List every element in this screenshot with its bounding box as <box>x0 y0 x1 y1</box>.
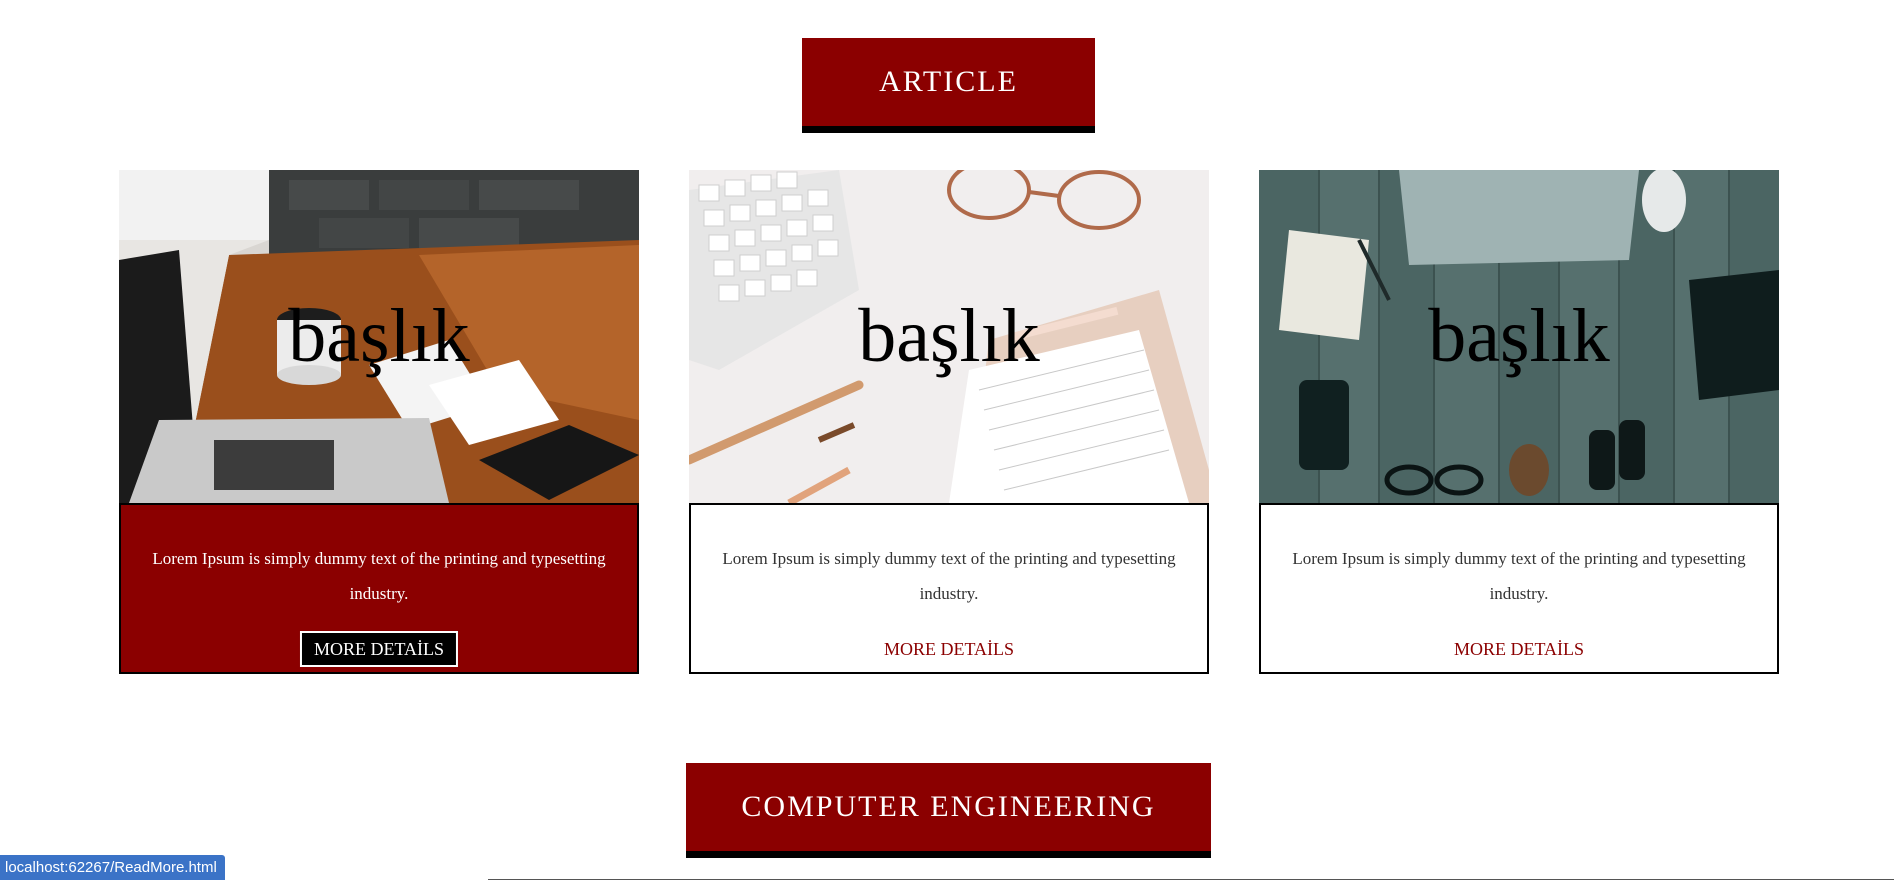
status-divider <box>488 879 1894 880</box>
article-card: başlık Lorem Ipsum is simply dummy text … <box>1259 170 1779 674</box>
computer-engineering-section-title: COMPUTER ENGINEERING <box>741 790 1156 823</box>
card-description: Lorem Ipsum is simply dummy text of the … <box>722 549 1176 603</box>
card-body: Lorem Ipsum is simply dummy text of the … <box>1259 503 1779 674</box>
card-image-laptop-desk: başlık <box>119 170 639 503</box>
card-title: başlık <box>1428 294 1610 378</box>
article-section-header: ARTICLE <box>802 38 1095 133</box>
computer-engineering-section-header: COMPUTER ENGINEERING <box>686 763 1211 858</box>
card-body: Lorem Ipsum is simply dummy text of the … <box>119 503 639 674</box>
article-section-title: ARTICLE <box>879 65 1018 98</box>
more-details-button[interactable]: MORE DETAİLS <box>299 631 459 667</box>
card-image-keyboard-glasses: başlık <box>689 170 1209 503</box>
article-card: başlık Lorem Ipsum is simply dummy text … <box>689 170 1209 674</box>
article-card: başlık Lorem Ipsum is simply dummy text … <box>119 170 639 674</box>
card-title: başlık <box>288 294 470 378</box>
more-details-link[interactable]: MORE DETAİLS <box>872 631 1026 667</box>
status-bar-link-preview: localhost:62267/ReadMore.html <box>0 855 225 880</box>
card-description: Lorem Ipsum is simply dummy text of the … <box>1292 549 1746 603</box>
card-image-wooden-desk: başlık <box>1259 170 1779 503</box>
card-description: Lorem Ipsum is simply dummy text of the … <box>152 549 606 603</box>
card-body: Lorem Ipsum is simply dummy text of the … <box>689 503 1209 674</box>
card-title: başlık <box>858 294 1040 378</box>
more-details-link[interactable]: MORE DETAİLS <box>1442 631 1596 667</box>
